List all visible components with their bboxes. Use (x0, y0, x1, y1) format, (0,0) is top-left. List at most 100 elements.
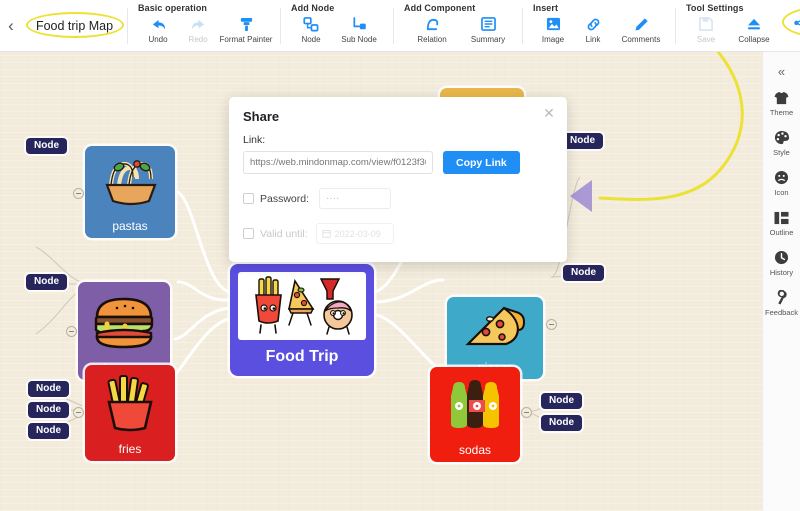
share-link-input[interactable] (243, 151, 433, 174)
wrench-icon (775, 289, 789, 306)
mindmap-node-fries[interactable]: fries (85, 365, 175, 461)
toolbar-label-collapse: Collapse (738, 35, 770, 44)
toolbar-group-insert: Insert Image Link Comments (523, 0, 675, 44)
toolbar-button-undo[interactable]: Undo (138, 15, 178, 44)
valid-until-row: Valid until: 2022-03-09 (243, 223, 553, 244)
collapse-toggle-burgers[interactable] (66, 326, 77, 337)
sidebar-item-history[interactable]: History (763, 249, 800, 277)
toolbar-button-image[interactable]: Image (533, 15, 573, 44)
sidebar-item-feedback[interactable]: Feedback (763, 289, 800, 317)
sidebar-item-style[interactable]: Style (763, 129, 800, 157)
sidebar-label-feedback: Feedback (765, 308, 798, 317)
right-sidebar: « Theme Style Icon Outline History Feedb… (762, 52, 800, 511)
toolbar-group-add-node: Add Node Node Sub Node (281, 0, 393, 44)
group-title-insert: Insert (533, 3, 559, 13)
toolbar-button-node[interactable]: Node (291, 15, 331, 44)
toolbar-label-redo: Redo (188, 35, 208, 44)
node-artwork-pizzas (447, 297, 543, 361)
toolbar-button-format-painter[interactable]: Format Painter (218, 15, 274, 44)
toolbar-button-redo[interactable]: Redo (178, 15, 218, 44)
link-icon (586, 15, 601, 33)
close-icon[interactable]: ✕ (541, 105, 557, 121)
node-artwork-fries (85, 365, 175, 443)
node-label-pastas: pastas (112, 218, 148, 233)
dialog-body: Link: Copy Link Password: Valid until: (229, 124, 567, 244)
password-checkbox[interactable] (243, 193, 254, 204)
palette-icon (774, 129, 789, 146)
mindmap-node-center[interactable]: Food Trip (230, 264, 374, 376)
sidebar-label-icon: Icon (774, 188, 789, 197)
copy-link-button[interactable]: Copy Link (443, 151, 520, 174)
group-title-add-node: Add Node (291, 3, 335, 13)
toolbar-button-summary[interactable]: Summary (460, 15, 516, 44)
chevron-left-icon[interactable]: ‹ (0, 0, 22, 52)
sidebar-label-theme: Theme (769, 108, 794, 117)
map-title-wrapper (22, 0, 127, 52)
sidebar-label-style: Style (773, 148, 790, 157)
mindmap-app: pastas burgers (0, 0, 800, 511)
sidebar-item-theme[interactable]: Theme (763, 89, 800, 117)
node-artwork-burgers (78, 282, 170, 362)
toolbar-button-sub-node[interactable]: Sub Node (331, 15, 387, 44)
valid-until-label: Valid until: (260, 227, 308, 240)
toolbar-label-format-painter: Format Painter (219, 35, 273, 44)
sidebar-label-outline: Outline (769, 228, 794, 237)
toolbar-label-undo: Undo (148, 35, 168, 44)
mindmap-node-pastas[interactable]: pastas (85, 146, 175, 238)
collapse-toggle-sodas[interactable] (521, 407, 532, 418)
mindmap-node-sodas[interactable]: sodas (430, 367, 520, 462)
node-badge[interactable]: Node (541, 415, 582, 431)
valid-until-date-picker[interactable]: 2022-03-09 (315, 223, 394, 244)
calendar-icon (321, 230, 331, 238)
share-dialog: Share ✕ Link: Copy Link Password: Valid … (229, 97, 567, 262)
clock-icon (774, 249, 789, 266)
share-button[interactable]: Share (788, 16, 800, 30)
node-badge[interactable]: Node (26, 138, 67, 154)
toolbar-group-add-component: Add Component Relation Summary (394, 0, 522, 44)
sidebar-item-outline[interactable]: Outline (763, 209, 800, 237)
relation-icon (425, 15, 440, 33)
node-badge[interactable]: Node (541, 393, 582, 409)
node-badge[interactable]: Node (28, 402, 69, 418)
map-title-input[interactable] (24, 18, 125, 34)
comments-pencil-icon (634, 15, 649, 33)
node-badge[interactable]: Node (562, 133, 603, 149)
node-badge[interactable]: Node (28, 381, 69, 397)
collapse-icon (746, 15, 762, 33)
node-label-fries: fries (118, 441, 142, 456)
valid-until-date-text: 2022-03-09 (334, 228, 381, 239)
toolbar-button-collapse[interactable]: Collapse (726, 15, 782, 44)
save-disk-icon (699, 15, 713, 33)
toolbar-button-save[interactable]: Save (686, 15, 726, 44)
collapse-toggle-pastas[interactable] (73, 188, 84, 199)
toolbar-group-tool-settings: Tool Settings Save Collapse (676, 0, 788, 44)
node-icon (303, 15, 319, 33)
toolbar-button-link[interactable]: Link (573, 15, 613, 44)
group-title-add-component: Add Component (404, 3, 476, 13)
link-row: Copy Link (243, 151, 553, 174)
sidebar-label-history: History (769, 268, 794, 277)
outline-grid-icon (774, 209, 789, 226)
chevron-double-left-icon[interactable]: « (778, 60, 785, 89)
node-badge[interactable]: Node (28, 423, 69, 439)
toolbar-label-image: Image (541, 35, 565, 44)
password-input[interactable] (319, 188, 392, 209)
link-label: Link: (243, 134, 266, 146)
smiley-icon (774, 169, 789, 186)
image-icon (546, 15, 561, 33)
format-painter-icon (239, 15, 254, 33)
redo-arrow-icon (190, 15, 207, 33)
sub-node-icon (351, 15, 367, 33)
node-badge[interactable]: Node (563, 265, 604, 281)
node-badge[interactable]: Node (26, 274, 67, 290)
toolbar-label-sub-node: Sub Node (341, 35, 377, 44)
toolbar-button-comments[interactable]: Comments (613, 15, 669, 44)
sidebar-item-icon[interactable]: Icon (763, 169, 800, 197)
collapse-toggle-fries[interactable] (73, 407, 84, 418)
valid-until-checkbox[interactable] (243, 228, 254, 239)
toolbar-label-comments: Comments (621, 35, 661, 44)
toolbar-group-basic-operation: Basic operation Undo Redo Format Painter (128, 0, 280, 44)
node-label-center: Food Trip (265, 348, 339, 365)
toolbar-button-relation[interactable]: Relation (404, 15, 460, 44)
collapse-toggle-pizzas[interactable] (546, 319, 557, 330)
